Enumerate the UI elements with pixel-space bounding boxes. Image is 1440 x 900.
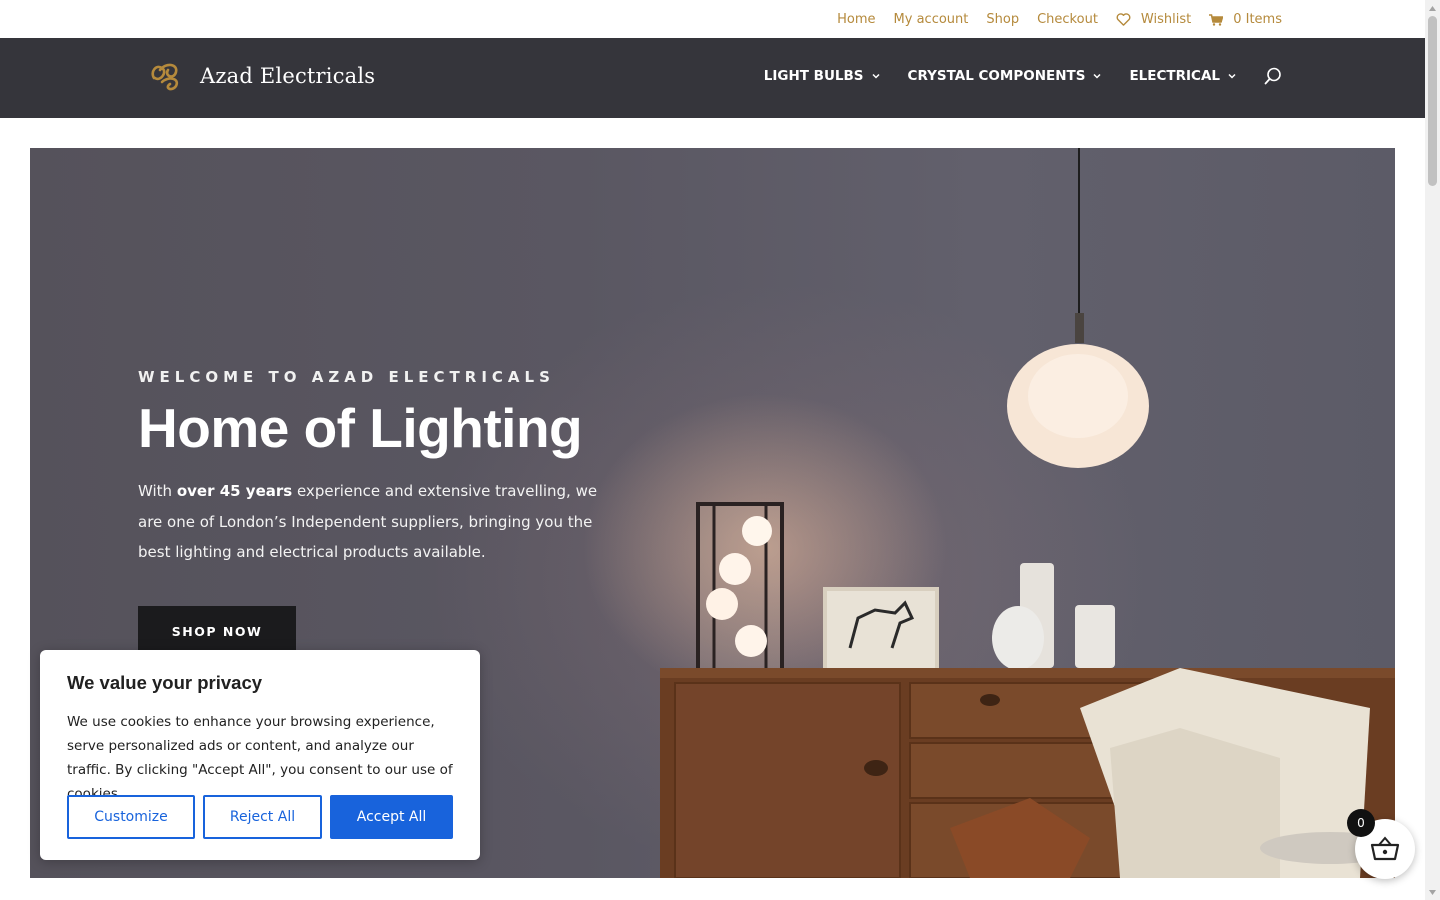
- cookie-title: We value your privacy: [67, 672, 263, 693]
- page-scrollbar[interactable]: [1425, 0, 1440, 900]
- scrollbar-thumb[interactable]: [1428, 16, 1437, 186]
- cookie-buttons: Customize Reject All Accept All: [67, 795, 453, 839]
- basket-icon: [1370, 836, 1400, 861]
- cart-icon: [1209, 13, 1224, 26]
- heart-icon: [1116, 13, 1131, 26]
- hero-eyebrow: WELCOME TO AZAD ELECTRICALS: [138, 368, 555, 386]
- nav-light-bulbs[interactable]: LIGHT BULBS: [764, 68, 880, 84]
- top-link-home[interactable]: Home: [837, 12, 875, 27]
- nav-label: LIGHT BULBS: [763, 68, 864, 84]
- main-header: Azad Electricals LIGHT BULBS CRYSTAL COM…: [0, 38, 1425, 118]
- top-link-wishlist[interactable]: Wishlist: [1116, 12, 1191, 27]
- chevron-down-icon: [872, 73, 880, 79]
- nav-electrical[interactable]: ELECTRICAL: [1129, 68, 1236, 84]
- scroll-up-arrow-icon[interactable]: [1428, 3, 1437, 13]
- top-link-cart[interactable]: 0 Items: [1209, 12, 1282, 27]
- logo-mark-icon: [151, 63, 179, 91]
- hero-desc-pre: With: [138, 482, 177, 500]
- cart-items-label: 0 Items: [1233, 12, 1282, 27]
- chevron-down-icon: [1228, 73, 1236, 79]
- hero-title: Home of Lighting: [138, 397, 583, 459]
- top-link-checkout[interactable]: Checkout: [1037, 12, 1098, 27]
- shop-now-button[interactable]: SHOP NOW: [138, 606, 296, 656]
- hero-description: With over 45 years experience and extens…: [138, 476, 608, 568]
- top-links: Home My account Shop Checkout Wishlist 0…: [837, 12, 1282, 27]
- main-nav: LIGHT BULBS CRYSTAL COMPONENTS ELECTRICA…: [736, 67, 1282, 85]
- search-button[interactable]: [1264, 67, 1282, 85]
- top-bar: Home My account Shop Checkout Wishlist 0…: [0, 0, 1425, 38]
- cart-count-badge: 0: [1347, 809, 1375, 837]
- nav-label: ELECTRICAL: [1129, 68, 1220, 84]
- logo-text: Azad Electricals: [200, 64, 376, 88]
- top-link-shop[interactable]: Shop: [986, 12, 1019, 27]
- accept-all-button[interactable]: Accept All: [330, 795, 453, 839]
- cookie-consent-banner: We value your privacy We use cookies to …: [40, 650, 480, 860]
- reject-all-button[interactable]: Reject All: [203, 795, 322, 839]
- hero-desc-bold: over 45 years: [176, 482, 293, 500]
- nav-label: CRYSTAL COMPONENTS: [907, 68, 1086, 84]
- hero-content: WELCOME TO AZAD ELECTRICALS Home of Ligh…: [138, 368, 618, 568]
- search-icon: [1264, 67, 1281, 85]
- chevron-down-icon: [1093, 73, 1101, 79]
- top-link-my-account[interactable]: My account: [894, 12, 969, 27]
- scroll-down-arrow-icon[interactable]: [1428, 887, 1437, 897]
- nav-crystal-components[interactable]: CRYSTAL COMPONENTS: [908, 68, 1102, 84]
- wishlist-label: Wishlist: [1140, 12, 1192, 27]
- cookie-text: We use cookies to enhance your browsing …: [67, 714, 453, 802]
- customize-button[interactable]: Customize: [67, 795, 195, 839]
- logo[interactable]: Azad Electricals: [146, 56, 375, 96]
